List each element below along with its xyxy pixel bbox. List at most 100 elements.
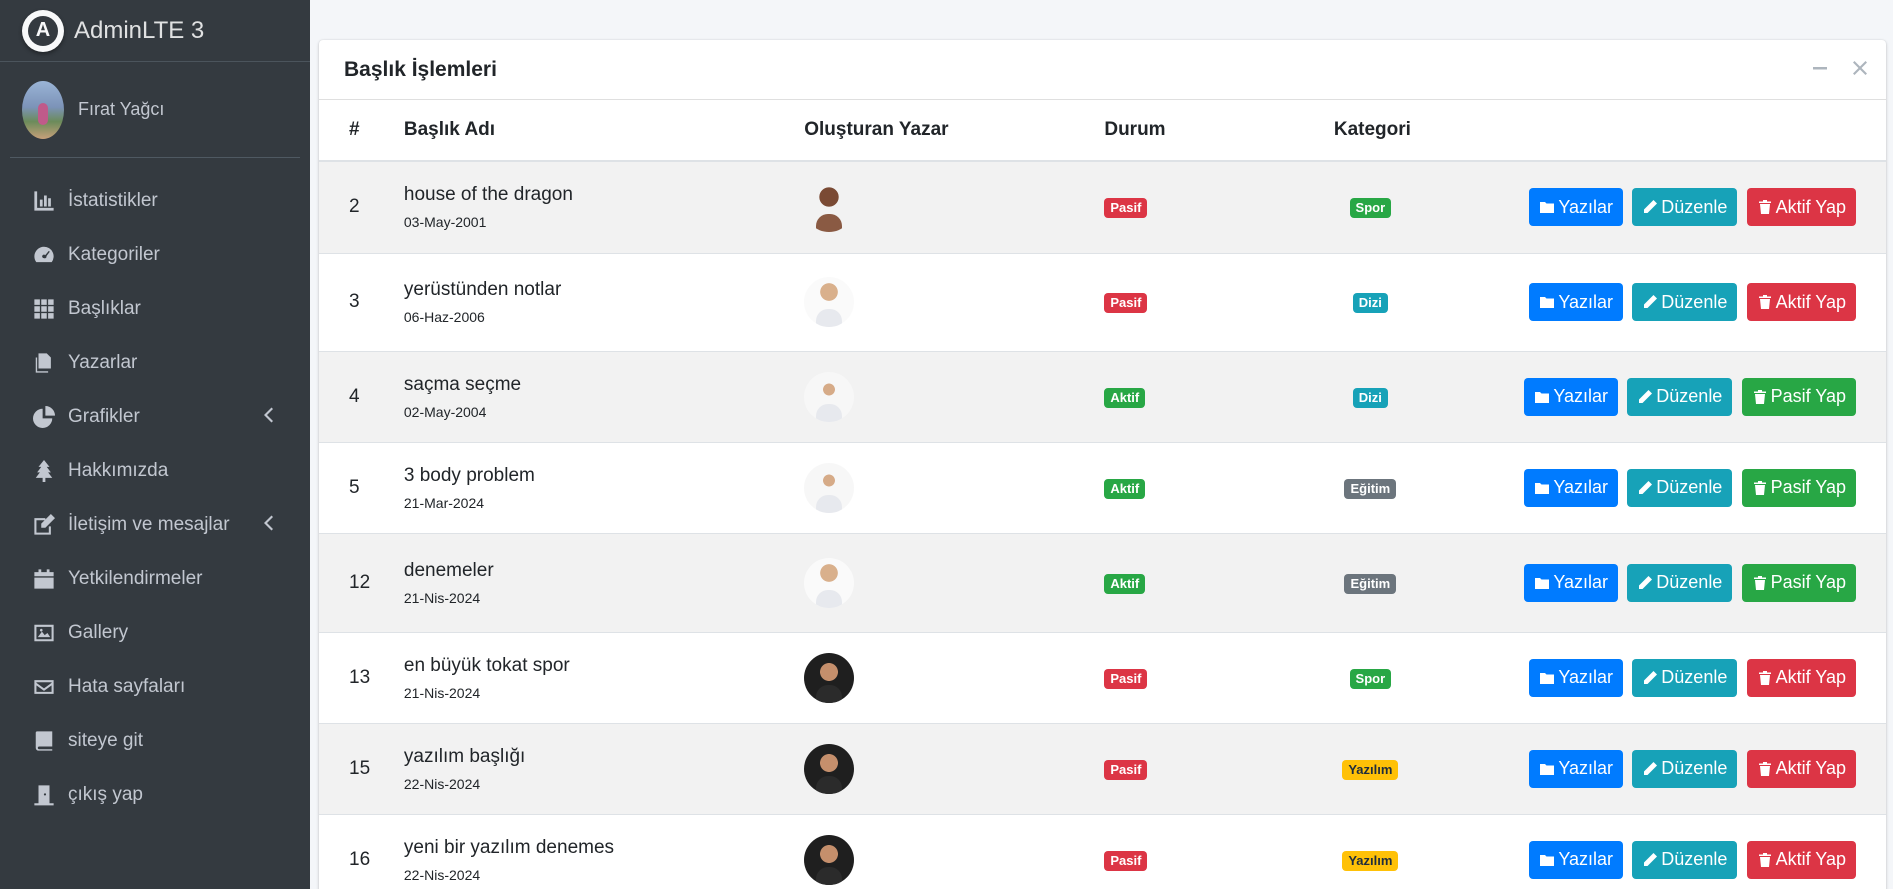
row-status-cell: Aktif [1104,532,1334,632]
edit-button[interactable]: Düzenle [1627,377,1733,416]
activate-button[interactable]: Aktif Yap [1746,840,1856,879]
activate-button[interactable]: Aktif Yap [1746,283,1856,321]
posts-button[interactable]: Yazılar [1529,749,1624,788]
posts-button[interactable]: Yazılar [1529,658,1624,697]
sidebar-item-logout[interactable]: çıkış yap [0,768,310,822]
category-badge: Yazılım [1342,850,1399,871]
sidebar-item-label: İletişim ve mesajlar [68,514,230,535]
toggle-button-label: Aktif Yap [1775,667,1846,687]
deactivate-button[interactable]: Pasif Yap [1741,563,1856,602]
posts-button[interactable]: Yazılar [1524,563,1618,602]
edit-button-label: Düzenle [1661,196,1728,217]
trash-icon [1752,389,1771,405]
category-badge: Yazılım [1342,759,1399,780]
posts-button[interactable]: Yazılar [1524,468,1618,507]
tachometer-icon [32,243,56,267]
activate-button[interactable]: Aktif Yap [1746,658,1856,697]
edit-button-label: Düzenle [1656,572,1723,592]
pencil-icon [1637,480,1656,496]
row-id-value: 13 [349,666,371,688]
edit-button-label: Düzenle [1656,477,1723,497]
category-badge: Dizi [1352,387,1388,408]
folder-icon [1539,761,1558,777]
minus-icon [1813,67,1827,70]
row-actions: Yazılar Düzenle Aktif Yap [1520,160,1886,253]
posts-button[interactable]: Yazılar [1529,283,1624,321]
posts-button[interactable]: Yazılar [1529,188,1624,227]
row-title: yerüstünden notlar [403,279,562,300]
remove-button[interactable] [1850,58,1870,78]
author-avatar [804,277,855,327]
sidebar-item-authors[interactable]: Yazarlar [0,336,310,390]
table-row: 13 en büyük tokat spor 21-Nis-2024 Pasif… [319,631,1886,723]
edit-button-label: Düzenle [1656,386,1723,406]
table-header-row: # Başlık Adı Oluşturan Yazar Durum Kateg… [319,100,1886,162]
status-badge: Pasif [1104,198,1148,219]
header-category[interactable]: Kategori [1333,100,1521,162]
author-avatar [804,182,855,233]
sidebar-item-statistics[interactable]: İstatistikler [0,174,310,228]
deactivate-button[interactable]: Pasif Yap [1741,377,1856,416]
row-title-cell: en büyük tokat spor 21-Nis-2024 [403,631,805,723]
row-title: saçma seçme [403,373,522,395]
chevron-left-icon [262,407,280,425]
edit-button[interactable]: Düzenle [1627,468,1733,507]
collapse-button[interactable] [1810,58,1830,78]
activate-button[interactable]: Aktif Yap [1746,749,1856,788]
header-author[interactable]: Oluşturan Yazar [804,100,1105,162]
brand-logo-letter: A [28,15,58,46]
status-badge: Pasif [1104,850,1148,871]
edit-button[interactable]: Düzenle [1632,840,1738,879]
row-status-cell: Pasif [1104,722,1334,814]
toggle-button-label: Aktif Yap [1775,291,1846,312]
row-actions: Yazılar Düzenle Pasif Yap [1520,350,1886,442]
sidebar-item-titles[interactable]: Başlıklar [0,282,310,336]
sidebar-item-label: Yetkilendirmeler [68,568,203,589]
edit-button[interactable]: Düzenle [1632,658,1738,697]
sidebar-item-go-to-site[interactable]: siteye git [0,714,310,768]
sidebar-item-charts[interactable]: Grafikler [0,390,310,444]
row-category-cell: Eğitim [1333,441,1521,533]
edit-button[interactable]: Düzenle [1627,563,1733,602]
user-name[interactable]: Fırat Yağcı [78,99,164,120]
sidebar-item-permissions[interactable]: Yetkilendirmeler [0,552,310,606]
row-title-cell: yazılım başlığı 22-Nis-2024 [403,722,805,814]
sidebar-item-errors[interactable]: Hata sayfaları [0,660,310,714]
sidebar-item-categories[interactable]: Kategoriler [0,228,310,282]
edit-button-label: Düzenle [1661,667,1728,687]
activate-button[interactable]: Aktif Yap [1746,188,1856,227]
header-num[interactable]: # [319,100,404,162]
posts-button[interactable]: Yazılar [1529,840,1624,879]
status-badge: Aktif [1104,478,1146,499]
sidebar-item-gallery[interactable]: Gallery [0,606,310,660]
book-icon [32,729,56,753]
edit-button[interactable]: Düzenle [1632,283,1738,321]
row-author-cell [804,532,1105,632]
brand-link[interactable]: A AdminLTE 3 [0,0,310,62]
edit-button[interactable]: Düzenle [1632,749,1738,788]
posts-button[interactable]: Yazılar [1524,377,1618,416]
user-panel[interactable]: Fırat Yağcı [10,62,300,158]
edit-button[interactable]: Düzenle [1632,188,1738,227]
author-avatar [804,462,855,513]
sidebar-item-contact[interactable]: İletişim ve mesajlar [0,498,310,552]
sidebar-item-about[interactable]: Hakkımızda [0,444,310,498]
row-category-cell: Dizi [1333,350,1521,442]
sidebar-item-label: çıkış yap [68,784,143,805]
row-date: 03-May-2001 [403,214,487,231]
deactivate-button[interactable]: Pasif Yap [1741,468,1856,507]
category-badge: Spor [1349,668,1392,689]
row-title: 3 body problem [403,464,535,486]
status-badge: Aktif [1104,573,1146,594]
row-status-cell: Pasif [1104,252,1334,351]
calendar-icon [32,567,56,591]
row-category-cell: Yazılım [1333,722,1521,814]
row-title-cell: denemeler 21-Nis-2024 [403,532,805,632]
header-title[interactable]: Başlık Adı [403,100,805,162]
row-title-cell: yeni bir yazılım denemes 22-Nis-2024 [403,813,805,889]
folder-icon [1534,575,1553,591]
sidebar-item-label: İstatistikler [68,190,158,211]
header-status[interactable]: Durum [1104,100,1334,162]
titles-table: # Başlık Adı Oluşturan Yazar Durum Kateg… [319,100,1886,889]
sidebar-item-label: Hata sayfaları [68,676,186,697]
